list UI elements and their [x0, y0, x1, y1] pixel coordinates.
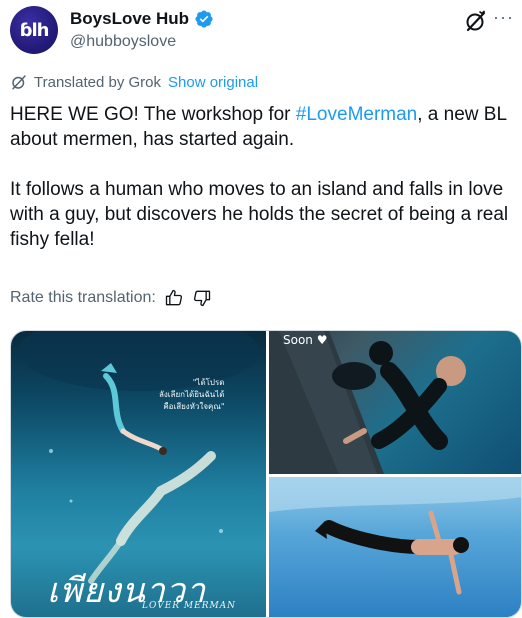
display-name[interactable]: BoysLove Hub — [70, 9, 189, 29]
tweet-text: HERE WE GO! The workshop for #LoveMerman… — [10, 102, 514, 252]
tweet-header: ɓlh BoysLove Hub @hubboyslove ··· — [10, 6, 514, 56]
avatar-logo-text: ɓlh — [19, 19, 50, 41]
soon-text: Soon — [283, 333, 313, 347]
poster-quote-line: "ได้โปรด — [192, 378, 225, 387]
translation-notice: Translated by Grok Show original — [10, 73, 258, 91]
swimmer-illustration — [269, 477, 521, 595]
poster-image[interactable]: "ได้โปรด ลังเลียกได้ยินฉันได้ คือเสียงหั… — [11, 331, 266, 617]
poster-subtitle: LOVER MERMAN — [142, 601, 237, 611]
divers-poolside-image[interactable]: Soon ♥ — [269, 331, 521, 474]
media-grid: "ได้โปรด ลังเลียกได้ยินฉันได้ คือเสียงหั… — [10, 330, 522, 618]
more-icon[interactable]: ··· — [493, 8, 514, 26]
translated-label: Translated by Grok — [34, 73, 161, 91]
grok-icon[interactable] — [464, 9, 488, 33]
show-original-link[interactable]: Show original — [168, 74, 258, 91]
soon-label: Soon ♥ — [283, 333, 328, 347]
avatar[interactable]: ɓlh — [10, 6, 58, 54]
hashtag-link[interactable]: #LoveMerman — [296, 104, 417, 125]
rate-translation: Rate this translation: — [10, 288, 212, 308]
tweet-paragraph-1: HERE WE GO! The workshop for #LoveMerman… — [10, 102, 514, 152]
name-row: BoysLove Hub — [70, 9, 214, 29]
translate-icon — [12, 75, 26, 90]
heart-icon: ♥ — [316, 333, 328, 347]
tweet-text-part: HERE WE GO! The workshop for — [10, 104, 296, 125]
thumbs-down-icon[interactable] — [192, 288, 212, 308]
rate-label: Rate this translation: — [10, 289, 156, 306]
underwater-swimmer-image[interactable] — [269, 477, 521, 617]
user-handle[interactable]: @hubboyslove — [70, 33, 176, 51]
poster-quote-line: ลังเลียกได้ยินฉันได้ — [159, 390, 225, 399]
poster-quote: "ได้โปรด ลังเลียกได้ยินฉันได้ คือเสียงหั… — [159, 377, 225, 413]
poster-quote-line: คือเสียงหัวใจคุณ" — [163, 402, 225, 411]
tweet-paragraph-2: It follows a human who moves to an islan… — [10, 179, 509, 250]
verified-icon — [195, 10, 213, 28]
divers-illustration — [269, 331, 466, 474]
thumbs-up-icon[interactable] — [164, 288, 184, 308]
